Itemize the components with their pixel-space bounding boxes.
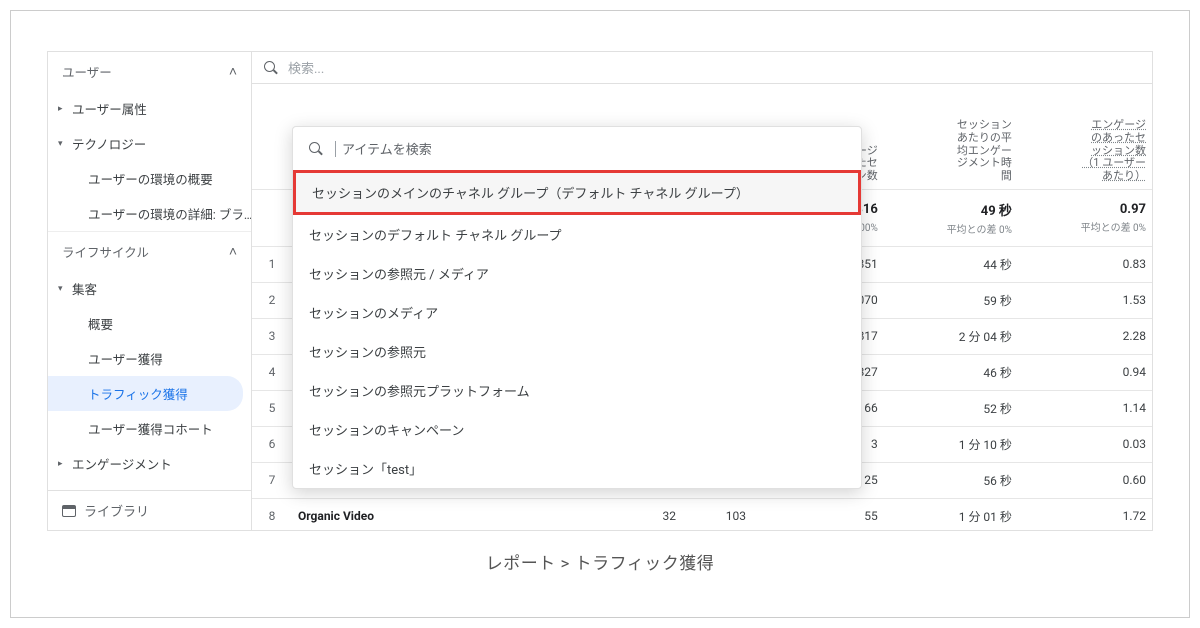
row-index: 7 (252, 462, 292, 498)
sidebar-library[interactable]: ライブラリ (48, 490, 251, 530)
caret-right-icon: ▸ (58, 459, 72, 469)
sidebar-item-tech-overview[interactable]: ユーザーの環境の概要 (48, 161, 251, 196)
sidebar-item-acq-overview[interactable]: 概要 (48, 306, 251, 341)
chevron-up-icon: ˄ (229, 243, 237, 260)
sidebar-group-label: ユーザー (62, 62, 112, 81)
row-avg-engagement: 44 秒 (884, 246, 1018, 282)
caret-right-icon: ▸ (58, 104, 72, 114)
sidebar-item-acquisition[interactable]: ▾ 集客 (48, 271, 251, 306)
sidebar-item-label: 集客 (72, 279, 97, 298)
row-avg-engagement: 46 秒 (884, 354, 1018, 390)
dropdown-item[interactable]: セッションのキャンペーン (293, 410, 861, 449)
sidebar-item-label: エンゲージメント (72, 454, 172, 473)
caret-down-icon: ▾ (58, 284, 72, 294)
search-icon (309, 142, 323, 156)
sidebar-library-label: ライブラリ (84, 501, 149, 520)
row-index: 4 (252, 354, 292, 390)
app-window: ユーザー ˄ ▸ ユーザー属性 ▾ テクノロジー ユーザーの環境の概要 (47, 51, 1153, 531)
dropdown-item[interactable]: セッションのデフォルト チャネル グループ (293, 215, 861, 254)
row-engaged-per-user: 2.28 (1018, 318, 1152, 354)
chevron-up-icon: ˄ (229, 63, 237, 80)
row-avg-engagement: 59 秒 (884, 282, 1018, 318)
sidebar-item-label: ユーザーの環境の概要 (88, 169, 213, 188)
dimension-dropdown: アイテムを検索 セッションのメインのチャネル グループ（デフォルト チャネル グ… (292, 126, 862, 489)
sidebar-item-label: 概要 (88, 314, 113, 333)
sidebar-item-label: ユーザー属性 (72, 99, 147, 118)
sidebar-item-tech-detail[interactable]: ユーザーの環境の詳細: ブラ… (48, 196, 251, 231)
row-engaged-per-user: 0.60 (1018, 462, 1152, 498)
sidebar-item-acq-cohort[interactable]: ユーザー獲得コホート (48, 411, 251, 446)
summary-c5: 0.97平均との差 0% (1018, 189, 1152, 246)
col-avg-engagement-time[interactable]: セッションあたりの平均エンゲージメント時間 (884, 84, 1018, 189)
figure-caption: レポート > トラフィック獲得 (11, 549, 1189, 574)
search-bar[interactable]: 検索... (252, 52, 1152, 84)
content-pane: 検索... エンゲージのあったセッション数 セッションあたりの平均エンゲージメン… (252, 52, 1152, 530)
sidebar-item-monetize[interactable]: ▸ 収益化 (48, 481, 251, 490)
sidebar-item-acq-user[interactable]: ユーザー獲得 (48, 341, 251, 376)
dropdown-item[interactable]: セッション「test」 (293, 449, 861, 488)
row-avg-engagement: 1 分 01 秒 (884, 498, 1018, 530)
col-engaged-per-user[interactable]: エンゲージのあったセッション数（1 ユーザーあたり） (1018, 84, 1152, 189)
dropdown-item[interactable]: セッションの参照元 / メディア (293, 254, 861, 293)
row-index: 8 (252, 498, 292, 530)
sidebar-item-technology[interactable]: ▾ テクノロジー (48, 126, 251, 161)
row-engaged-per-user: 1.53 (1018, 282, 1152, 318)
caret-down-icon: ▾ (58, 139, 72, 149)
row-engaged-per-user: 0.94 (1018, 354, 1152, 390)
dropdown-item[interactable]: セッションの参照元プラットフォーム (293, 371, 861, 410)
search-icon (264, 61, 278, 75)
row-index: 3 (252, 318, 292, 354)
sidebar: ユーザー ˄ ▸ ユーザー属性 ▾ テクノロジー ユーザーの環境の概要 (48, 52, 252, 530)
library-icon (62, 505, 76, 517)
row-engaged-sessions: 55 (752, 498, 884, 530)
dropdown-item[interactable]: セッションのメディア (293, 293, 861, 332)
sidebar-item-label: テクノロジー (72, 134, 146, 153)
dropdown-item[interactable]: セッションのメインのチャネル グループ（デフォルト チャネル グループ） (293, 170, 861, 215)
row-engaged-per-user: 0.83 (1018, 246, 1152, 282)
table-row[interactable]: 8Organic Video32103551 分 01 秒1.72 (252, 498, 1152, 530)
summary-c4: 49 秒平均との差 0% (884, 189, 1018, 246)
row-engaged-per-user: 1.72 (1018, 498, 1152, 530)
sidebar-item-user-attributes[interactable]: ▸ ユーザー属性 (48, 91, 251, 126)
row-avg-engagement: 2 分 04 秒 (884, 318, 1018, 354)
sidebar-group-label: ライフサイクル (62, 242, 149, 261)
col-index (252, 84, 292, 189)
sidebar-item-label: ユーザー獲得コホート (88, 419, 213, 438)
table-wrap: エンゲージのあったセッション数 セッションあたりの平均エンゲージメント時間 エン… (252, 84, 1152, 528)
sidebar-group-user[interactable]: ユーザー ˄ (48, 52, 251, 91)
dropdown-item[interactable]: セッションの参照元 (293, 332, 861, 371)
main-area: ユーザー ˄ ▸ ユーザー属性 ▾ テクノロジー ユーザーの環境の概要 (48, 52, 1152, 530)
sidebar-item-engagement[interactable]: ▸ エンゲージメント (48, 446, 251, 481)
dropdown-search-placeholder: アイテムを検索 (342, 139, 432, 158)
sidebar-item-acq-traffic[interactable]: トラフィック獲得 (48, 376, 243, 411)
search-placeholder: 検索... (288, 58, 324, 77)
dropdown-search[interactable]: アイテムを検索 (293, 127, 861, 170)
sidebar-item-label: トラフィック獲得 (88, 384, 188, 403)
row-avg-engagement: 52 秒 (884, 390, 1018, 426)
row-engaged-per-user: 1.14 (1018, 390, 1152, 426)
row-index: 2 (252, 282, 292, 318)
row-val-b: 103 (682, 498, 752, 530)
row-index: 1 (252, 246, 292, 282)
sidebar-item-label: ユーザー獲得 (88, 349, 163, 368)
sidebar-item-label: ユーザーの環境の詳細: ブラ… (88, 204, 251, 223)
sidebar-group-lifecycle[interactable]: ライフサイクル ˄ (48, 231, 251, 271)
row-index: 6 (252, 426, 292, 462)
row-avg-engagement: 56 秒 (884, 462, 1018, 498)
row-avg-engagement: 1 分 10 秒 (884, 426, 1018, 462)
row-engaged-per-user: 0.03 (1018, 426, 1152, 462)
row-val-a: 32 (612, 498, 682, 530)
outer-frame: ユーザー ˄ ▸ ユーザー属性 ▾ テクノロジー ユーザーの環境の概要 (10, 10, 1190, 618)
row-index: 5 (252, 390, 292, 426)
row-dimension: Organic Video (292, 498, 612, 530)
